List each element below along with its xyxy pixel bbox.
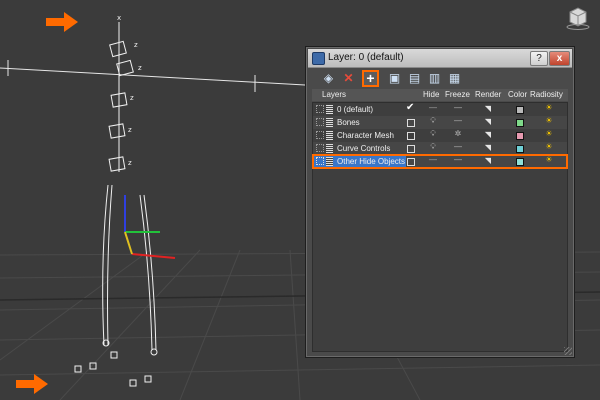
- bulb-icon[interactable]: 💡︎: [428, 142, 438, 152]
- column-color[interactable]: Color: [508, 90, 527, 99]
- layer-row-bones[interactable]: Bones 💡︎ — ◥ ☀: [313, 116, 567, 129]
- add-to-layer-button[interactable]: +: [362, 70, 379, 87]
- help-button[interactable]: ?: [530, 51, 548, 66]
- horizon-guide: [0, 60, 306, 92]
- dash-icon[interactable]: —: [452, 142, 464, 151]
- layer-row-character-mesh[interactable]: Character Mesh 💡︎ ✲ ◥ ☀: [313, 129, 567, 142]
- active-layer-box[interactable]: [407, 119, 415, 127]
- svg-text:x: x: [117, 14, 121, 22]
- dash-icon[interactable]: —: [452, 116, 464, 125]
- layer-color-swatch[interactable]: [516, 132, 524, 140]
- hide-all-icon[interactable]: ▥: [426, 70, 443, 87]
- expand-icon[interactable]: [316, 157, 324, 165]
- column-radiosity[interactable]: Radiosity: [530, 90, 563, 99]
- svg-text:z: z: [138, 64, 142, 72]
- teapot-icon[interactable]: ◥: [483, 104, 493, 113]
- annotation-arrow-bottom-left: [16, 374, 48, 394]
- layer-color-swatch[interactable]: [516, 119, 524, 127]
- layer-list[interactable]: 0 (default) ✔ — — ◥ ☀ Bones 💡︎ — ◥ ☀ Cha…: [312, 102, 568, 352]
- layer-color-swatch[interactable]: [516, 106, 524, 114]
- layer-name: Curve Controls: [337, 144, 391, 153]
- dash-icon[interactable]: —: [452, 155, 464, 164]
- layer-row-curve-controls[interactable]: Curve Controls 💡︎ — ◥ ☀: [313, 142, 567, 155]
- freeze-all-icon[interactable]: ▦: [446, 70, 463, 87]
- layer-app-icon: [312, 52, 325, 65]
- lamp-icon[interactable]: ☀: [542, 155, 556, 164]
- teapot-icon[interactable]: ◥: [483, 143, 493, 152]
- highlight-layer-icon[interactable]: ▤: [406, 70, 423, 87]
- close-button[interactable]: x: [549, 51, 570, 66]
- snowflake-icon[interactable]: ✲: [452, 129, 464, 138]
- lamp-icon[interactable]: ☀: [542, 142, 556, 151]
- skeleton: x z z z z z: [74, 14, 158, 387]
- layer-color-swatch[interactable]: [516, 145, 524, 153]
- lamp-icon[interactable]: ☀: [542, 103, 556, 112]
- dialog-titlebar[interactable]: Layer: 0 (default) ? x: [308, 49, 572, 68]
- layer-name: Character Mesh: [337, 131, 394, 140]
- layer-dialog[interactable]: Layer: 0 (default) ? x ◈ ✕ + ▣ ▤ ▥ ▦ Lay…: [305, 46, 575, 358]
- create-layer-icon[interactable]: ◈: [320, 70, 337, 87]
- layer-name: 0 (default): [337, 105, 374, 114]
- lamp-icon[interactable]: ☀: [542, 116, 556, 125]
- checkmark-icon[interactable]: ✔: [406, 102, 414, 113]
- column-freeze[interactable]: Freeze: [445, 90, 470, 99]
- teapot-icon[interactable]: ◥: [483, 156, 493, 165]
- lamp-icon[interactable]: ☀: [542, 129, 556, 138]
- expand-icon[interactable]: [316, 118, 324, 126]
- dialog-title: Layer: 0 (default): [328, 52, 404, 63]
- layer-icon: [326, 144, 333, 153]
- active-layer-box[interactable]: [407, 158, 415, 166]
- layer-row-default[interactable]: 0 (default) ✔ — — ◥ ☀: [313, 102, 567, 116]
- teapot-icon[interactable]: ◥: [483, 130, 493, 139]
- layer-row-other-hide-objects[interactable]: Other Hide Objects — — ◥ ☀: [312, 154, 568, 169]
- viewcube-icon[interactable]: [566, 6, 590, 30]
- dash-icon[interactable]: —: [428, 103, 438, 112]
- expand-icon[interactable]: [316, 131, 324, 139]
- dash-icon[interactable]: —: [428, 155, 438, 164]
- expand-icon[interactable]: [316, 105, 324, 113]
- active-layer-box[interactable]: [407, 145, 415, 153]
- bulb-icon[interactable]: 💡︎: [428, 116, 438, 126]
- svg-text:z: z: [130, 94, 134, 102]
- svg-text:z: z: [128, 159, 132, 167]
- layer-icon: [326, 105, 333, 114]
- svg-text:z: z: [128, 126, 132, 134]
- layer-name: Other Hide Objects: [337, 157, 406, 166]
- layer-color-swatch[interactable]: [516, 158, 524, 166]
- layer-icon: [326, 118, 333, 127]
- annotation-arrow-top-left: [46, 12, 78, 32]
- active-layer-box[interactable]: [407, 132, 415, 140]
- column-render[interactable]: Render: [475, 90, 501, 99]
- column-hide[interactable]: Hide: [423, 90, 439, 99]
- delete-layer-button[interactable]: ✕: [340, 70, 357, 87]
- layer-icon: [326, 157, 333, 166]
- dash-icon[interactable]: —: [452, 103, 464, 112]
- layer-icon: [326, 131, 333, 140]
- column-layers[interactable]: Layers: [322, 90, 346, 99]
- svg-text:z: z: [134, 41, 138, 49]
- layer-toolbar: ◈ ✕ + ▣ ▤ ▥ ▦: [312, 69, 568, 89]
- teapot-icon[interactable]: ◥: [483, 117, 493, 126]
- layer-list-header: Layers Hide Freeze Render Color Radiosit…: [312, 89, 568, 101]
- resize-grip[interactable]: [564, 347, 572, 355]
- bulb-icon[interactable]: 💡︎: [428, 129, 438, 139]
- layer-name: Bones: [337, 118, 360, 127]
- select-objects-icon[interactable]: ▣: [386, 70, 403, 87]
- expand-icon[interactable]: [316, 144, 324, 152]
